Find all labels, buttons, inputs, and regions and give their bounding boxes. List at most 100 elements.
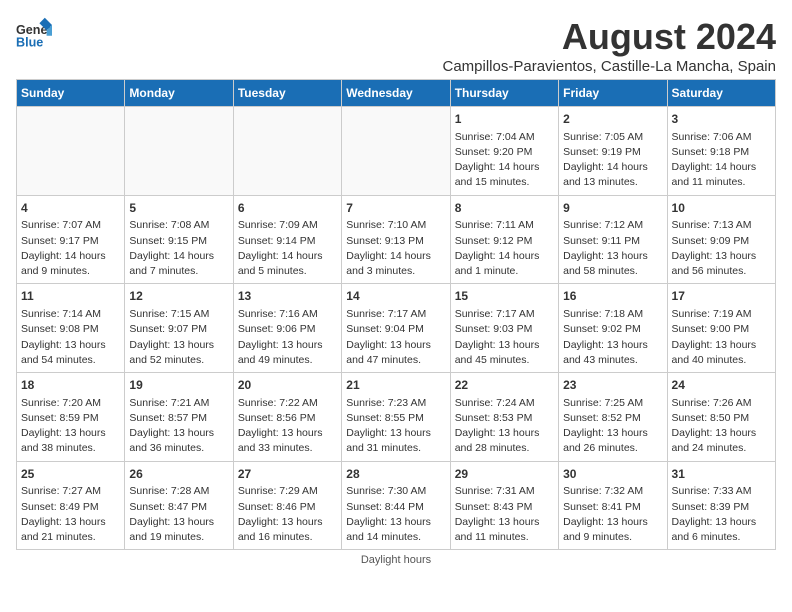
day-number: 22 <box>455 377 554 394</box>
day-info: Sunrise: 7:33 AMSunset: 8:39 PMDaylight:… <box>672 484 771 545</box>
calendar-cell <box>17 107 125 196</box>
calendar-cell: 15Sunrise: 7:17 AMSunset: 9:03 PMDayligh… <box>450 284 558 373</box>
calendar-cell: 21 Sunrise: 7:23 AMSunset: 8:55 PMDayligh… <box>342 373 450 462</box>
calendar-cell: 4Sunrise: 7:07 AMSunset: 9:17 PMDaylight… <box>17 195 125 284</box>
day-info: Sunrise: 7:09 AMSunset: 9:14 PMDaylight:… <box>238 218 337 279</box>
main-title: August 2024 <box>52 16 776 58</box>
day-number: 5 <box>129 200 228 217</box>
calendar-cell: 14 Sunrise: 7:17 AMSunset: 9:04 PMDayligh… <box>342 284 450 373</box>
day-info: Sunrise: 7:07 AMSunset: 9:17 PMDaylight:… <box>21 218 120 279</box>
day-number: 9 <box>563 200 662 217</box>
day-info: Sunrise: 7:32 AMSunset: 8:41 PMDaylight:… <box>563 484 662 545</box>
day-number: 24 <box>672 377 771 394</box>
day-info: Sunrise: 7:27 AMSunset: 8:49 PMDaylight:… <box>21 484 120 545</box>
day-info: Sunrise: 7:25 AMSunset: 8:52 PMDaylight:… <box>563 396 662 457</box>
weekday-header-cell: Thursday <box>450 80 558 107</box>
title-area: August 2024 Campillos-Paravientos, Casti… <box>52 16 776 75</box>
day-info: Sunrise: 7:14 AMSunset: 9:08 PMDaylight:… <box>21 307 120 368</box>
calendar-cell: 23 Sunrise: 7:25 AMSunset: 8:52 PMDayligh… <box>559 373 667 462</box>
day-number: 19 <box>129 377 228 394</box>
day-info: Sunrise: 7:21 AMSunset: 8:57 PMDaylight:… <box>129 396 228 457</box>
calendar-cell: 29Sunrise: 7:31 AMSunset: 8:43 PMDayligh… <box>450 461 558 550</box>
calendar-cell: 30Sunrise: 7:32 AMSunset: 8:41 PMDayligh… <box>559 461 667 550</box>
calendar-cell <box>233 107 341 196</box>
calendar-cell: 19 Sunrise: 7:21 AMSunset: 8:57 PMDayligh… <box>125 373 233 462</box>
day-info: Sunrise: 7:26 AMSunset: 8:50 PMDaylight:… <box>672 396 771 457</box>
weekday-header-cell: Saturday <box>667 80 775 107</box>
footer-note: Daylight hours <box>16 554 776 566</box>
day-info: Sunrise: 7:30 AMSunset: 8:44 PMDaylight:… <box>346 484 445 545</box>
logo-icon: General Blue <box>16 16 52 52</box>
day-number: 4 <box>21 200 120 217</box>
day-number: 17 <box>672 288 771 305</box>
calendar-cell: 11 Sunrise: 7:14 AMSunset: 9:08 PMDayligh… <box>17 284 125 373</box>
calendar-cell: 20Sunrise: 7:22 AMSunset: 8:56 PMDayligh… <box>233 373 341 462</box>
weekday-header-cell: Sunday <box>17 80 125 107</box>
svg-text:Blue: Blue <box>16 36 43 50</box>
day-info: Sunrise: 7:12 AMSunset: 9:11 PMDaylight:… <box>563 218 662 279</box>
calendar-cell: 12 Sunrise: 7:15 AMSunset: 9:07 PMDayligh… <box>125 284 233 373</box>
calendar-cell: 6Sunrise: 7:09 AMSunset: 9:14 PMDaylight… <box>233 195 341 284</box>
calendar-cell: 7Sunrise: 7:10 AMSunset: 9:13 PMDaylight… <box>342 195 450 284</box>
calendar-cell: 28Sunrise: 7:30 AMSunset: 8:44 PMDayligh… <box>342 461 450 550</box>
day-info: Sunrise: 7:13 AMSunset: 9:09 PMDaylight:… <box>672 218 771 279</box>
day-number: 10 <box>672 200 771 217</box>
day-info: Sunrise: 7:22 AMSunset: 8:56 PMDaylight:… <box>238 396 337 457</box>
day-number: 3 <box>672 111 771 128</box>
day-number: 8 <box>455 200 554 217</box>
day-number: 16 <box>563 288 662 305</box>
day-info: Sunrise: 7:10 AMSunset: 9:13 PMDaylight:… <box>346 218 445 279</box>
calendar-cell: 5Sunrise: 7:08 AMSunset: 9:15 PMDaylight… <box>125 195 233 284</box>
day-number: 30 <box>563 466 662 483</box>
day-number: 7 <box>346 200 445 217</box>
day-number: 2 <box>563 111 662 128</box>
day-number: 26 <box>129 466 228 483</box>
calendar-cell: 31Sunrise: 7:33 AMSunset: 8:39 PMDayligh… <box>667 461 775 550</box>
calendar-cell: 13Sunrise: 7:16 AMSunset: 9:06 PMDayligh… <box>233 284 341 373</box>
day-info: Sunrise: 7:05 AMSunset: 9:19 PMDaylight:… <box>563 130 662 191</box>
day-info: Sunrise: 7:28 AMSunset: 8:47 PMDaylight:… <box>129 484 228 545</box>
weekday-header-cell: Wednesday <box>342 80 450 107</box>
day-info: Sunrise: 7:11 AMSunset: 9:12 PMDaylight:… <box>455 218 554 279</box>
day-number: 14 <box>346 288 445 305</box>
calendar-cell: 22 Sunrise: 7:24 AMSunset: 8:53 PMDayligh… <box>450 373 558 462</box>
calendar-cell: 26Sunrise: 7:28 AMSunset: 8:47 PMDayligh… <box>125 461 233 550</box>
calendar-cell: 25Sunrise: 7:27 AMSunset: 8:49 PMDayligh… <box>17 461 125 550</box>
day-number: 21 <box>346 377 445 394</box>
day-info: Sunrise: 7:20 AMSunset: 8:59 PMDaylight:… <box>21 396 120 457</box>
day-info: Sunrise: 7:08 AMSunset: 9:15 PMDaylight:… <box>129 218 228 279</box>
day-info: Sunrise: 7:18 AMSunset: 9:02 PMDaylight:… <box>563 307 662 368</box>
calendar-cell: 16 Sunrise: 7:18 AMSunset: 9:02 PMDayligh… <box>559 284 667 373</box>
day-info: Sunrise: 7:17 AMSunset: 9:04 PMDaylight:… <box>346 307 445 368</box>
calendar-cell: 8Sunrise: 7:11 AMSunset: 9:12 PMDaylight… <box>450 195 558 284</box>
day-info: Sunrise: 7:24 AMSunset: 8:53 PMDaylight:… <box>455 396 554 457</box>
day-info: Sunrise: 7:15 AMSunset: 9:07 PMDaylight:… <box>129 307 228 368</box>
calendar-cell: 9Sunrise: 7:12 AMSunset: 9:11 PMDaylight… <box>559 195 667 284</box>
calendar-cell <box>125 107 233 196</box>
day-number: 13 <box>238 288 337 305</box>
weekday-header-cell: Tuesday <box>233 80 341 107</box>
calendar-cell <box>342 107 450 196</box>
day-number: 23 <box>563 377 662 394</box>
day-info: Sunrise: 7:17 AMSunset: 9:03 PMDaylight:… <box>455 307 554 368</box>
day-number: 6 <box>238 200 337 217</box>
calendar-cell: 1Sunrise: 7:04 AMSunset: 9:20 PMDaylight… <box>450 107 558 196</box>
weekday-header-cell: Friday <box>559 80 667 107</box>
header-area: General Blue August 2024 Campillos-Parav… <box>16 16 776 75</box>
calendar: SundayMondayTuesdayWednesdayThursdayFrid… <box>16 79 776 550</box>
logo: General Blue <box>16 16 52 52</box>
day-info: Sunrise: 7:04 AMSunset: 9:20 PMDaylight:… <box>455 130 554 191</box>
day-info: Sunrise: 7:06 AMSunset: 9:18 PMDaylight:… <box>672 130 771 191</box>
day-info: Sunrise: 7:31 AMSunset: 8:43 PMDaylight:… <box>455 484 554 545</box>
day-info: Sunrise: 7:19 AMSunset: 9:00 PMDaylight:… <box>672 307 771 368</box>
subtitle: Campillos-Paravientos, Castille-La Manch… <box>52 58 776 75</box>
day-number: 12 <box>129 288 228 305</box>
day-info: Sunrise: 7:23 AMSunset: 8:55 PMDaylight:… <box>346 396 445 457</box>
calendar-cell: 2 Sunrise: 7:05 AMSunset: 9:19 PMDaylight… <box>559 107 667 196</box>
day-number: 28 <box>346 466 445 483</box>
day-number: 27 <box>238 466 337 483</box>
calendar-cell: 3 Sunrise: 7:06 AMSunset: 9:18 PMDaylight… <box>667 107 775 196</box>
day-number: 11 <box>21 288 120 305</box>
calendar-cell: 17 Sunrise: 7:19 AMSunset: 9:00 PMDayligh… <box>667 284 775 373</box>
weekday-header-cell: Monday <box>125 80 233 107</box>
